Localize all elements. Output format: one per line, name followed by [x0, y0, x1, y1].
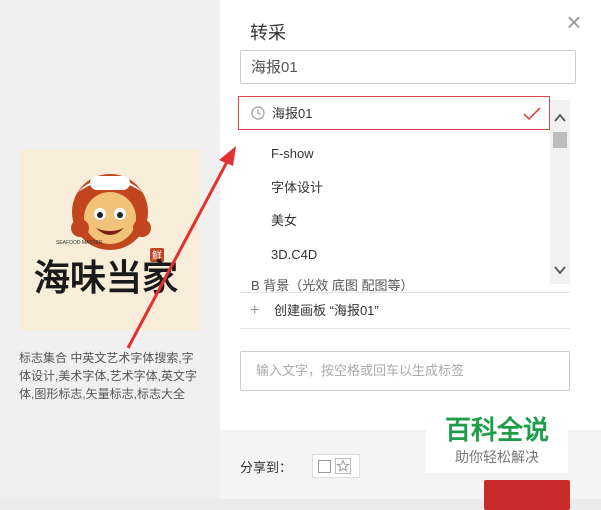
pin-description: 标志集合 中英文艺术字体搜索,字体设计,美术字体,艺术字体,英文字体,图形标志,…: [19, 351, 198, 401]
watermark-subtitle: 助你轻松解决: [455, 449, 539, 465]
board-item-label: 3D.C4D: [271, 247, 318, 262]
check-icon: [523, 107, 541, 121]
board-item-label: 海报01: [272, 106, 313, 121]
board-item[interactable]: 美女: [238, 204, 550, 238]
board-item-label: 美女: [271, 213, 298, 228]
clock-icon: [251, 106, 265, 120]
share-checkbox[interactable]: [318, 460, 331, 473]
divider: [240, 292, 570, 293]
divider: [240, 328, 570, 329]
logo-sub-text: SEAFOOD MASTER: [56, 240, 103, 246]
board-group-item[interactable]: B 背景（光效 底图 配图等）: [238, 274, 550, 292]
logo-text: 海味当家: [34, 258, 178, 299]
watermark-title: 百科全说: [444, 415, 549, 445]
seafood-logo-illustration: SEAFOOD MASTER 鲜 海味当家: [34, 174, 178, 299]
share-options: [312, 454, 360, 478]
left-panel: SEAFOOD MASTER 鲜 海味当家 标志集合 中英文艺术字体搜索,字体设…: [0, 0, 220, 499]
board-list: 海报01 F-show 字体设计 美女 3D.C4D B 背景（光效 底图 配图…: [238, 96, 550, 292]
chevron-up-icon[interactable]: [552, 110, 568, 126]
scrollbar-thumb[interactable]: [553, 132, 567, 148]
submit-button[interactable]: [484, 480, 570, 510]
create-board-button[interactable]: + 创建画板 “海报01”: [250, 300, 379, 322]
watermark: 百科全说 助你轻松解决: [426, 413, 568, 473]
board-list-scrollbar[interactable]: [550, 100, 570, 284]
board-item[interactable]: 字体设计: [238, 171, 550, 205]
board-item-label: F-show: [271, 146, 314, 161]
dialog-title: 转采: [250, 23, 286, 43]
board-item[interactable]: F-show: [238, 137, 550, 171]
share-label: 分享到：: [240, 460, 293, 475]
chevron-down-icon[interactable]: [552, 262, 568, 278]
board-item-selected[interactable]: 海报01: [238, 96, 550, 130]
create-board-label: 创建画板 “海报01”: [274, 303, 379, 318]
preview-image: SEAFOOD MASTER 鲜 海味当家: [20, 150, 200, 330]
tag-input[interactable]: 输入文字，按空格或回车以生成标签: [240, 351, 570, 391]
board-item[interactable]: 3D.C4D: [238, 238, 550, 272]
board-search-input[interactable]: 海报01: [240, 50, 576, 84]
close-icon[interactable]: ×: [562, 9, 586, 35]
star-icon[interactable]: [335, 458, 351, 474]
plus-icon: +: [250, 302, 260, 319]
board-item-label: 字体设计: [271, 180, 324, 195]
